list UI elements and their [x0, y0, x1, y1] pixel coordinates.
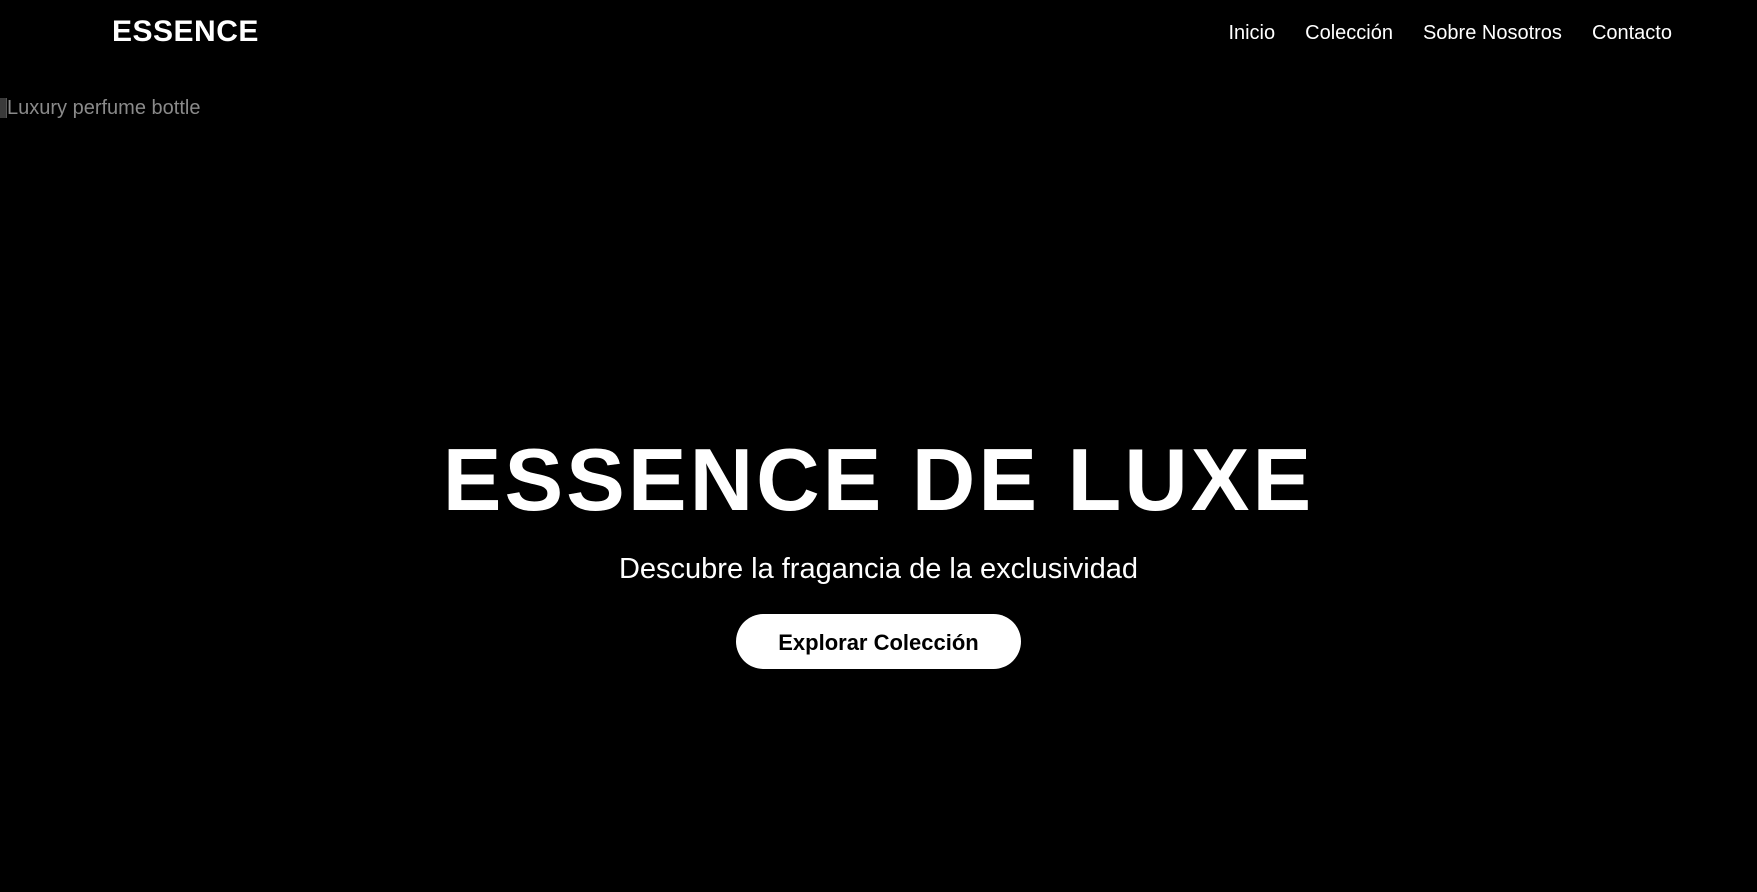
- hero-title: ESSENCE DE LUXE: [442, 430, 1315, 529]
- nav-link-sobre-nosotros[interactable]: Sobre Nosotros: [1423, 20, 1562, 46]
- nav-link-coleccion[interactable]: Colección: [1305, 20, 1393, 46]
- brand-logo[interactable]: ESSENCE: [112, 14, 259, 50]
- hero-subtitle: Descubre la fragancia de la exclusividad: [618, 553, 1139, 585]
- hero-section: ESSENCE DE LUXE Descubre la fragancia de…: [0, 430, 1757, 669]
- broken-image-icon: [0, 98, 7, 118]
- nav-link-contacto[interactable]: Contacto: [1592, 20, 1672, 46]
- landing-page: ESSENCE Inicio Colección Sobre Nosotros …: [0, 0, 1757, 892]
- nav-link-inicio[interactable]: Inicio: [1228, 20, 1275, 46]
- hero-image-alt-text: Luxury perfume bottle: [7, 97, 201, 119]
- top-navbar: ESSENCE Inicio Colección Sobre Nosotros …: [0, 0, 1757, 66]
- main-nav: Inicio Colección Sobre Nosotros Contacto: [1228, 20, 1672, 46]
- explore-collection-button[interactable]: Explorar Colección: [736, 614, 1021, 669]
- hero-background-image: Luxury perfume bottle: [0, 96, 200, 120]
